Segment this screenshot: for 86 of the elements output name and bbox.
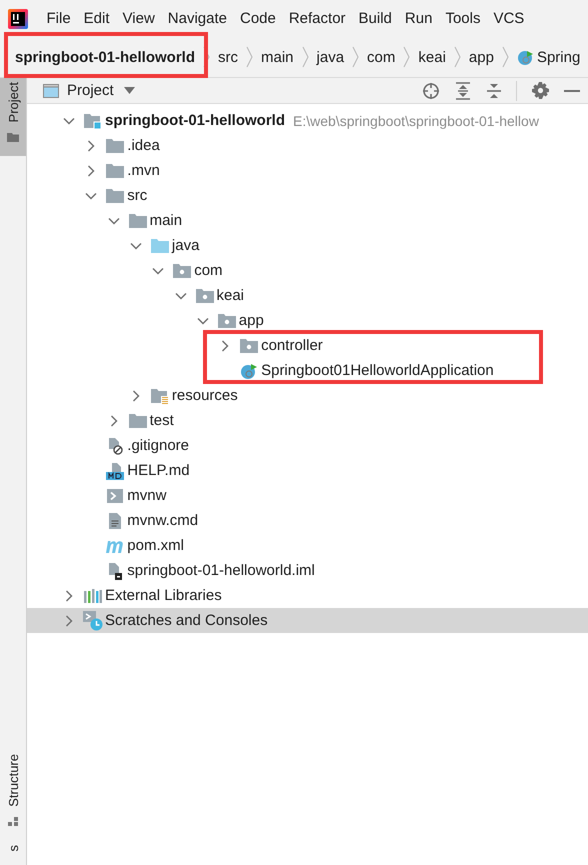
tree-item[interactable]: java bbox=[172, 237, 200, 254]
menu-item[interactable]: Edit bbox=[79, 8, 114, 29]
tree-item[interactable]: springboot-01-helloworld.iml bbox=[127, 562, 315, 579]
spring-class-icon bbox=[516, 48, 534, 66]
package-icon bbox=[196, 288, 214, 303]
menu-item[interactable]: Code bbox=[235, 8, 280, 29]
folder-icon bbox=[128, 413, 147, 428]
tree-item[interactable]: .idea bbox=[127, 137, 160, 154]
menu-item[interactable]: Build bbox=[354, 8, 396, 29]
chevron-right-icon[interactable] bbox=[63, 590, 75, 602]
tree-item[interactable]: .mvn bbox=[127, 162, 160, 179]
maven-icon bbox=[105, 538, 126, 552]
tool-window-tab[interactable]: s bbox=[0, 840, 26, 865]
settings-icon[interactable] bbox=[532, 82, 549, 99]
module-folder-icon bbox=[84, 112, 102, 128]
libraries-icon bbox=[84, 588, 102, 602]
folder-icon bbox=[128, 213, 147, 228]
terminal-file-icon bbox=[107, 488, 124, 502]
folder-icon bbox=[106, 163, 124, 178]
chevron-right-icon[interactable] bbox=[63, 614, 75, 626]
tree-item[interactable]: Springboot01HelloworldApplication bbox=[261, 362, 494, 379]
text-file-icon bbox=[108, 512, 122, 530]
tree-item[interactable]: mvnw.cmd bbox=[127, 512, 198, 529]
menu-item[interactable]: VCS bbox=[488, 8, 529, 29]
tool-window-tab[interactable]: Structure bbox=[0, 750, 26, 840]
menu-item[interactable]: Navigate bbox=[163, 8, 232, 29]
tree-item[interactable]: pom.xml bbox=[127, 537, 184, 554]
breadcrumb[interactable]: springboot-01-helloworld bbox=[15, 46, 195, 68]
tree-item[interactable]: keai bbox=[216, 287, 244, 304]
folder-icon bbox=[106, 188, 124, 203]
breadcrumb[interactable]: Spring bbox=[516, 46, 580, 68]
breadcrumb[interactable]: keai bbox=[418, 46, 446, 68]
tree-item[interactable]: com bbox=[194, 262, 223, 279]
package-icon bbox=[173, 263, 192, 278]
chevron-icon bbox=[203, 46, 210, 68]
breadcrumb[interactable]: main bbox=[261, 46, 294, 68]
menu-item[interactable]: Run bbox=[400, 8, 437, 29]
breadcrumb[interactable]: com bbox=[367, 46, 396, 68]
tool-window-tab[interactable]: Project bbox=[0, 78, 26, 156]
menu-item[interactable]: File bbox=[42, 8, 76, 29]
selected-tree-row[interactable]: Scratches and Consoles bbox=[27, 608, 588, 633]
folder-icon bbox=[150, 238, 169, 253]
tree-item[interactable]: .gitignore bbox=[127, 437, 190, 454]
tree-item[interactable]: app bbox=[238, 312, 264, 329]
expand-all-icon[interactable] bbox=[455, 82, 471, 100]
chevron-icon bbox=[302, 46, 309, 68]
locate-icon[interactable] bbox=[422, 82, 440, 100]
breadcrumb[interactable]: java bbox=[316, 46, 344, 68]
tree-item[interactable]: Scratches and Consoles bbox=[105, 612, 268, 629]
chevron-icon bbox=[246, 46, 253, 68]
breadcrumb[interactable]: app bbox=[468, 46, 494, 68]
window-icon bbox=[43, 84, 59, 98]
tree-item[interactable]: resources bbox=[172, 387, 238, 404]
chevron-icon bbox=[403, 46, 410, 68]
chevron-icon bbox=[352, 46, 360, 68]
minimize-icon[interactable] bbox=[564, 88, 580, 92]
app-logo-icon bbox=[8, 8, 28, 28]
resources-folder-icon bbox=[150, 388, 169, 404]
menu-item[interactable]: View bbox=[118, 8, 160, 29]
panel-title[interactable]: Project bbox=[67, 82, 114, 99]
tree-item[interactable]: springboot-01-helloworld bbox=[105, 112, 285, 129]
package-icon bbox=[218, 313, 236, 328]
structure-icon bbox=[7, 816, 19, 826]
breadcrumb[interactable]: src bbox=[218, 46, 238, 68]
package-icon bbox=[240, 338, 258, 353]
ignored-file-icon bbox=[107, 436, 124, 454]
spring-class-icon bbox=[240, 362, 258, 380]
dropdown-caret-icon[interactable] bbox=[124, 87, 135, 94]
tree-item[interactable]: External Libraries bbox=[105, 587, 222, 604]
markdown-file-icon bbox=[106, 462, 124, 480]
tree-item[interactable]: controller bbox=[261, 337, 323, 354]
tree-item[interactable]: src bbox=[127, 187, 148, 204]
tree-item[interactable]: test bbox=[150, 412, 174, 429]
module-file-icon bbox=[107, 562, 124, 580]
menu-item[interactable]: Refactor bbox=[284, 8, 350, 29]
folder-icon bbox=[7, 132, 19, 142]
tree-item[interactable]: main bbox=[150, 212, 182, 229]
tree-item[interactable]: HELP.md bbox=[127, 462, 190, 479]
scratches-icon bbox=[83, 610, 103, 630]
chevron-icon bbox=[454, 46, 461, 68]
chevron-icon bbox=[502, 46, 509, 68]
menu-item[interactable]: Tools bbox=[440, 8, 485, 29]
module-path: E:\web\springboot\springboot-01-hellow bbox=[293, 112, 539, 128]
folder-icon bbox=[106, 138, 124, 153]
tree-item[interactable]: mvnw bbox=[127, 487, 166, 504]
collapse-all-icon[interactable] bbox=[486, 82, 502, 100]
